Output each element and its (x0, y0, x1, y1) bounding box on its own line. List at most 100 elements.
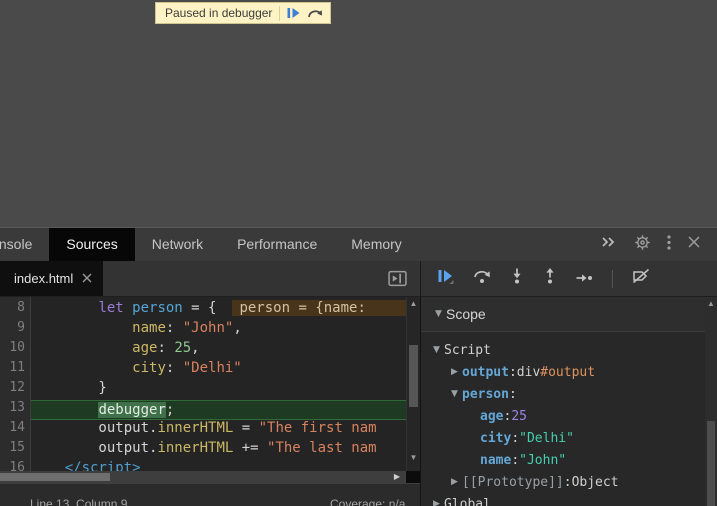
close-devtools-icon[interactable] (687, 235, 701, 254)
scope-vertical-scrollbar[interactable]: ▲ (705, 299, 717, 506)
code-token: : (165, 360, 183, 376)
scope-row-person-name[interactable]: name: "John" (421, 449, 717, 471)
step-over-icon[interactable] (473, 268, 491, 289)
scope-token: : (511, 452, 520, 468)
tab-memory[interactable]: Memory (334, 228, 419, 261)
code-editor-pane: 8 9 10 11 12 13 14 15 16 let person = {person = … (0, 297, 421, 506)
gutter-line-number[interactable]: 10 (0, 340, 30, 360)
gutter-line-number[interactable]: 8 (0, 300, 30, 320)
editor-hscroll-thumb[interactable] (0, 473, 110, 481)
debugger-sidebar: ▼ Scope ▼ Script ▶ output: div #output ▼ perso… (421, 297, 717, 506)
gutter-line-number[interactable]: 9 (0, 320, 30, 340)
code-token: } (31, 380, 107, 396)
editor-horizontal-scrollbar[interactable]: ▶ (0, 471, 420, 483)
disclosure-triangle-icon[interactable]: ▶ (447, 477, 462, 487)
gutter-line-number[interactable]: 14 (0, 420, 30, 440)
scope-section-header[interactable]: ▼ Scope (421, 297, 717, 332)
code-line[interactable]: age: 25, (31, 340, 406, 360)
gutter-line-number[interactable]: 16 (0, 460, 30, 471)
code-token: </script> (64, 460, 141, 471)
sources-content: 8 9 10 11 12 13 14 15 16 let person = {person = … (0, 297, 717, 506)
close-tab-icon[interactable] (82, 271, 92, 286)
tab-performance[interactable]: Performance (220, 228, 334, 261)
code-line[interactable]: </script> (31, 460, 406, 471)
scope-row-section-script[interactable]: ▼ Script (421, 339, 717, 361)
code-token: name (132, 320, 166, 336)
scope-section-title: Scope (446, 306, 486, 322)
code-area[interactable]: let person = {person = {name: name: "Joh… (31, 297, 406, 471)
scope-row-person-prototype[interactable]: ▶ [[Prototype]]: Object (421, 471, 717, 493)
file-tab-index-html[interactable]: index.html (0, 261, 104, 296)
step-icon[interactable] (576, 270, 593, 288)
code-token: debugger (98, 402, 166, 418)
disclosure-triangle-icon[interactable]: ▶ (447, 367, 462, 377)
code-token: : (157, 340, 175, 356)
more-tabs-button[interactable] (590, 228, 626, 261)
deactivate-breakpoints-icon[interactable] (632, 268, 650, 289)
editor-vscroll-thumb[interactable] (409, 345, 418, 407)
scope-vscroll-thumb[interactable] (707, 421, 715, 506)
editor-status-bar: Line 13, Column 9 Coverage: n/a (0, 483, 420, 506)
code-token: : (165, 320, 183, 336)
line-number-gutter: 8 9 10 11 12 13 14 15 16 (0, 297, 31, 471)
paused-banner-label: Paused in debugger (165, 6, 273, 20)
gutter-line-number[interactable]: 15 (0, 440, 30, 460)
disclosure-triangle-icon[interactable]: ▼ (447, 389, 462, 399)
scope-token: age (480, 408, 504, 424)
more-options-icon[interactable] (667, 234, 671, 256)
scope-token: Object (571, 474, 619, 490)
code-token: person (132, 300, 183, 316)
code-token: output. (31, 440, 158, 456)
scope-token: : (503, 408, 512, 424)
banner-resume-icon[interactable] (287, 7, 300, 19)
editor-vertical-scrollbar[interactable]: ▲ ▼ (406, 297, 420, 471)
code-token: = { (182, 300, 217, 316)
tab-network[interactable]: Network (135, 228, 220, 261)
tab-console[interactable]: Console (0, 228, 49, 261)
scope-row-person-city[interactable]: city: "Delhi" (421, 427, 717, 449)
chevron-double-right-icon (600, 235, 616, 254)
scroll-right-icon[interactable]: ▶ (394, 472, 400, 482)
panel-toggle-icon[interactable] (388, 270, 407, 292)
code-line[interactable]: output.innerHTML += "The last nam (31, 440, 406, 460)
devtools-tabbar-actions (626, 228, 717, 261)
settings-gear-icon[interactable] (634, 234, 651, 256)
code-line[interactable]: let person = {person = {name: (31, 300, 406, 320)
step-out-icon[interactable] (543, 268, 557, 289)
scroll-down-icon[interactable]: ▼ (407, 453, 420, 463)
code-line-paused[interactable]: debugger; (31, 400, 406, 420)
code-line[interactable]: output.innerHTML = "The first nam (31, 420, 406, 440)
scope-row-var-person[interactable]: ▼ person: (421, 383, 717, 405)
resume-script-icon[interactable] (437, 269, 454, 289)
cursor-position-label: Line 13, Column 9 (30, 497, 128, 506)
editor-tab-strip: index.html (0, 261, 421, 296)
scope-row-var-output[interactable]: ▶ output: div #output (421, 361, 717, 383)
screenshot-root: Paused in debugger ConsoleSourcesNetwork… (0, 0, 717, 506)
code-line[interactable]: } (31, 380, 406, 400)
banner-step-over-icon[interactable] (307, 7, 323, 19)
scroll-up-icon[interactable]: ▲ (705, 299, 717, 309)
scroll-up-icon[interactable]: ▲ (407, 299, 420, 309)
gutter-line-number[interactable]: 13 (0, 400, 30, 420)
gutter-line-number[interactable]: 11 (0, 360, 30, 380)
code-token: "The last nam (267, 440, 377, 456)
disclosure-triangle-icon[interactable]: ▶ (429, 499, 444, 506)
scope-token: : (508, 364, 517, 380)
scope-token: #output (540, 364, 596, 380)
code-editor[interactable]: 8 9 10 11 12 13 14 15 16 let person = {person = … (0, 297, 420, 471)
tab-sources[interactable]: Sources (49, 228, 135, 261)
scope-token: Global (444, 496, 491, 506)
scope-token: : (511, 430, 520, 446)
code-line[interactable]: name: "John", (31, 320, 406, 340)
scope-row-section-global[interactable]: ▶ Global (421, 493, 717, 506)
gutter-line-number[interactable]: 12 (0, 380, 30, 400)
code-line[interactable]: city: "Delhi" (31, 360, 406, 380)
paused-in-debugger-banner: Paused in debugger (155, 2, 332, 24)
step-into-icon[interactable] (510, 268, 524, 289)
disclosure-triangle-icon[interactable]: ▼ (429, 345, 444, 355)
scope-row-person-age[interactable]: age: 25 (421, 405, 717, 427)
disclosure-triangle-icon: ▼ (435, 309, 442, 319)
